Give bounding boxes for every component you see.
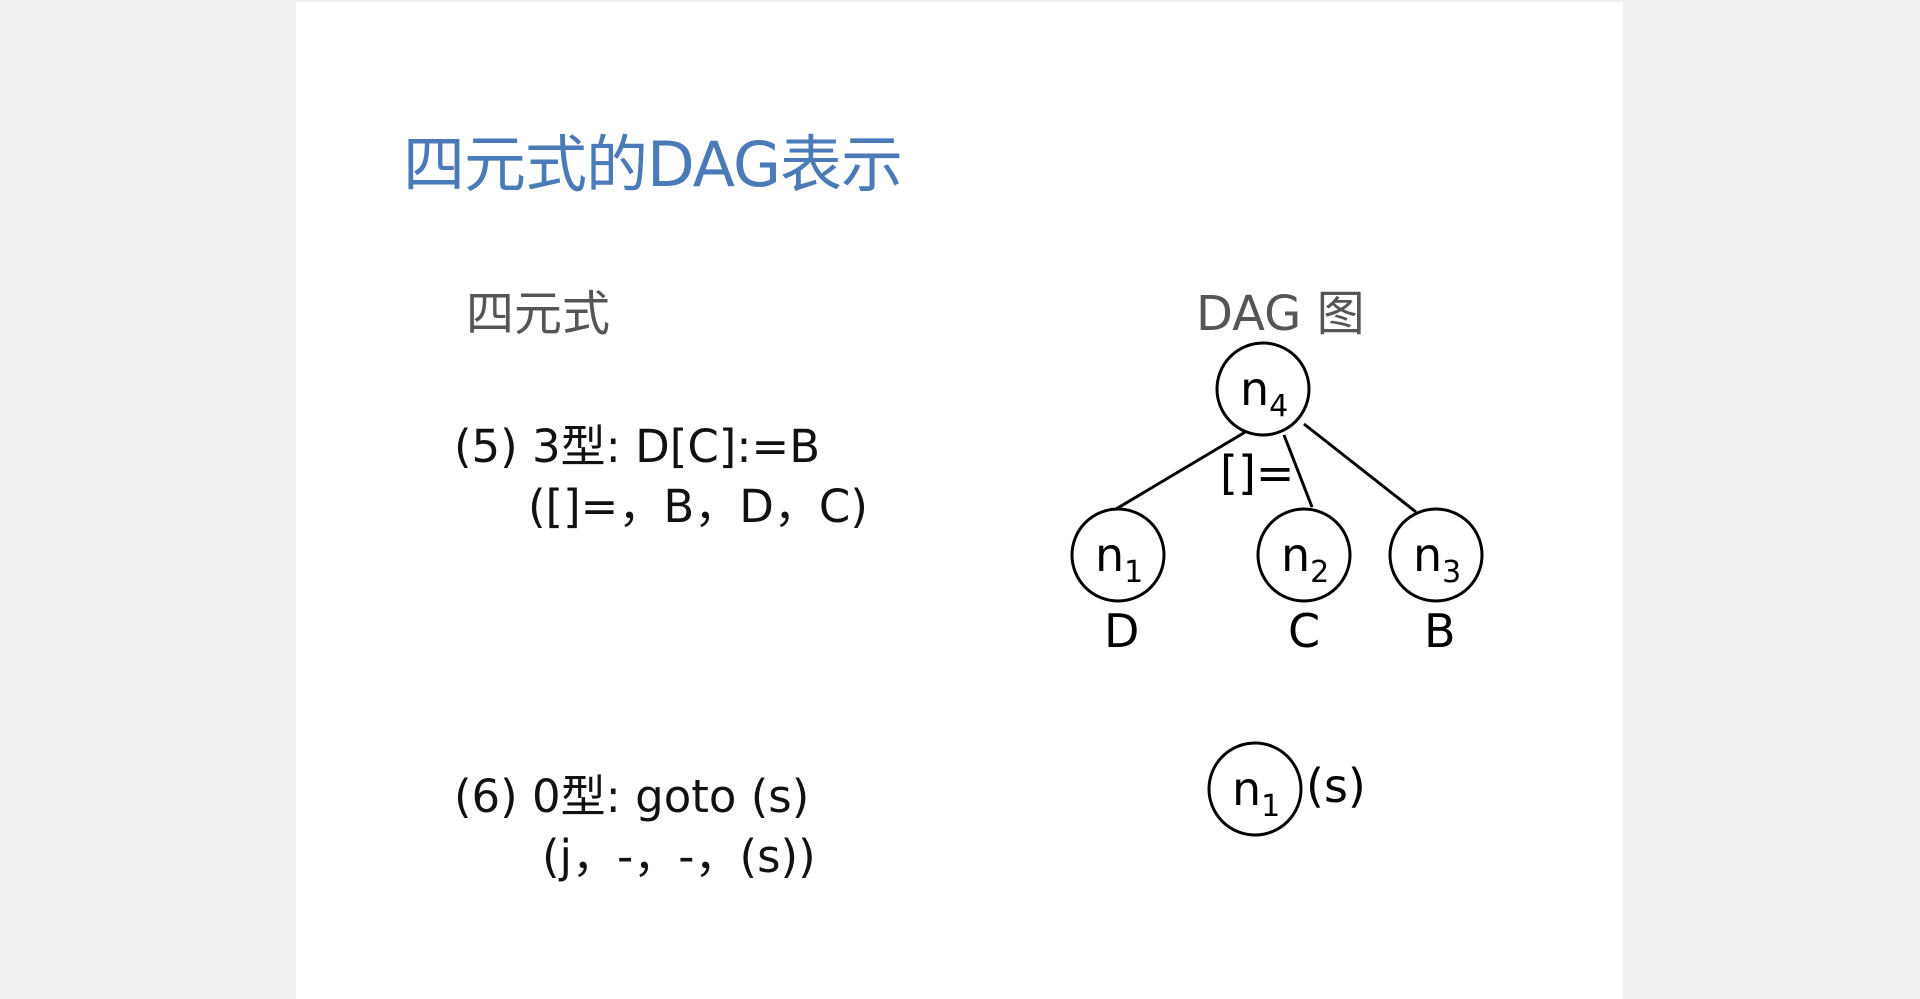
edge-n4-n3 — [1303, 422, 1417, 514]
dag-node-n4: n4 — [1215, 341, 1311, 437]
node-attach-label-d: D — [1104, 604, 1139, 658]
goto-target-label: (s) — [1306, 759, 1366, 813]
operator-label: []= — [1220, 446, 1294, 500]
dag-diagram: n4 []= n1 D n2 C n3 B n1 (s) — [1070, 341, 1484, 837]
slide: 四元式的DAG表示 四元式 DAG 图 (5) 3型: D[C]:=B ([]=… — [296, 2, 1623, 999]
node-attach-label-c: C — [1288, 604, 1320, 658]
dag-node-goto: n1 — [1207, 741, 1303, 837]
dag-node-n1: n1 — [1070, 507, 1166, 603]
dag-node-n2: n2 — [1256, 507, 1352, 603]
dag-node-n3: n3 — [1388, 507, 1484, 603]
node-attach-label-b: B — [1424, 604, 1456, 658]
